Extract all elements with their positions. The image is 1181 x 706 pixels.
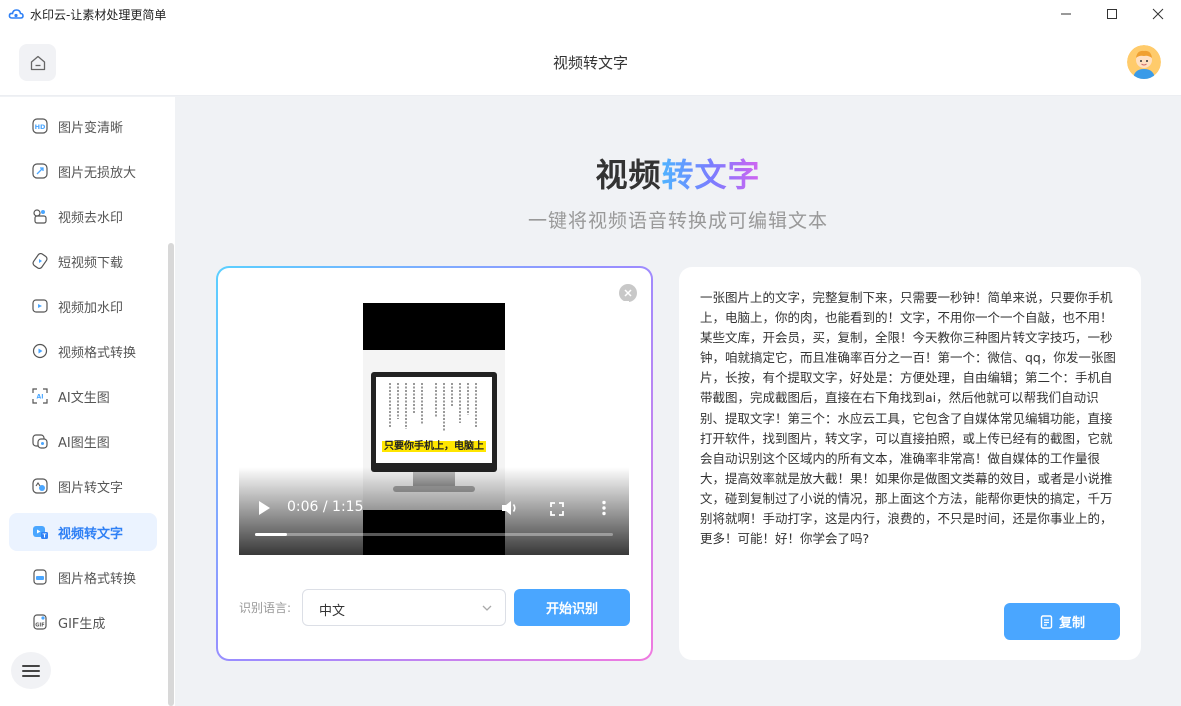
page-title: 视频转文字 [552, 54, 628, 72]
svg-text:HD: HD [35, 123, 46, 131]
monitor-image: 只要你手机上，电脑上 [371, 372, 497, 472]
language-select[interactable]: 中文 [302, 589, 506, 626]
header: 视频转文字 [0, 28, 1181, 96]
volume-icon [502, 501, 516, 515]
sidebar-item-label: 图片无损放大 [58, 165, 137, 181]
copy-icon [1040, 614, 1053, 629]
avatar[interactable] [1127, 45, 1161, 79]
sidebar-item-label: AI图生图 [58, 435, 110, 451]
ai-image-image-icon [31, 432, 49, 450]
chevron-down-icon [482, 605, 492, 611]
sidebar: HD 图片变清晰 图片无损放大 视频去水印 短视频下载 视频加水印 视频格式转换 [0, 97, 175, 706]
ai-text-image-icon: AI [31, 387, 49, 405]
video-time: 0:06 / 1:15 [287, 499, 364, 515]
sidebar-item-label: 图片格式转换 [58, 571, 137, 587]
fullscreen-button[interactable] [550, 501, 564, 520]
sidebar-item-label: 视频去水印 [58, 210, 124, 226]
minimize-button[interactable] [1043, 0, 1089, 28]
video-progress-bar[interactable] [255, 533, 613, 536]
sidebar-item-ai-image-image[interactable]: AI图生图 [9, 422, 157, 460]
recognized-text[interactable]: 一张图片上的文字，完整复制下来，只需要一秒钟！简单来说，只要你手机上，电脑上，你… [700, 288, 1122, 549]
video-add-watermark-icon [31, 297, 49, 315]
play-icon [259, 501, 270, 515]
video-download-icon [31, 252, 49, 270]
sidebar-item-label: AI文生图 [58, 390, 110, 406]
sidebar-item-video-watermark-remove[interactable]: 视频去水印 [9, 197, 157, 235]
sidebar-item-label: 视频转文字 [58, 526, 124, 542]
sidebar-item-label: 视频加水印 [58, 300, 124, 316]
cloud-logo-icon [8, 9, 24, 19]
sidebar-item-label: 视频格式转换 [58, 345, 137, 361]
video-to-text-icon: T [31, 523, 49, 541]
sidebar-item-image-enhance[interactable]: HD 图片变清晰 [9, 107, 157, 145]
sidebar-item-gif[interactable]: GIF GIF生成 [9, 603, 157, 641]
sidebar-scrollbar[interactable] [168, 243, 174, 706]
close-icon [624, 289, 632, 297]
remove-video-button[interactable] [619, 284, 637, 302]
menu-icon [22, 664, 40, 677]
close-window-button[interactable] [1135, 0, 1181, 28]
enlarge-icon [31, 162, 49, 180]
user-avatar-icon [1127, 45, 1161, 79]
video-player[interactable]: 只要你手机上，电脑上 0:06 / 1:15 [239, 301, 629, 555]
sidebar-item-video-to-text[interactable]: T 视频转文字 [9, 513, 157, 551]
maximize-icon [1107, 9, 1117, 19]
video-progress-fill [255, 533, 288, 536]
fullscreen-icon [550, 502, 564, 516]
sidebar-item-image-format[interactable]: 图片格式转换 [9, 558, 157, 596]
video-watermark-remove-icon [31, 207, 49, 225]
hero-subtitle: 一键将视频语音转换成可编辑文本 [527, 210, 828, 232]
window-controls [1043, 0, 1181, 28]
language-label: 识别语言: [239, 601, 292, 615]
sidebar-item-video-format[interactable]: 视频格式转换 [9, 332, 157, 370]
hero-title: 视频转文字 [175, 150, 1181, 196]
image-format-icon [31, 568, 49, 586]
more-options-button[interactable] [601, 500, 607, 520]
sidebar-item-video-add-watermark[interactable]: 视频加水印 [9, 287, 157, 325]
language-value: 中文 [319, 604, 346, 619]
title-bar: 水印云-让素材处理更简单 [0, 0, 1181, 28]
start-recognition-button[interactable]: 开始识别 [514, 589, 630, 626]
play-button[interactable] [257, 500, 271, 520]
copy-label: 复制 [1058, 616, 1085, 631]
sidebar-item-video-download[interactable]: 短视频下载 [9, 242, 157, 280]
result-card: 一张图片上的文字，完整复制下来，只需要一秒钟！简单来说，只要你手机上，电脑上，你… [679, 267, 1141, 660]
image-to-text-icon [31, 477, 49, 495]
close-icon [1152, 8, 1164, 20]
sidebar-item-label: 图片变清晰 [58, 120, 124, 136]
copy-button[interactable]: 复制 [1004, 603, 1120, 640]
svg-text:T: T [43, 534, 47, 540]
hero-title-part2: 转文字 [661, 156, 761, 194]
svg-text:GIF: GIF [35, 623, 44, 629]
sidebar-item-label: 图片转文字 [58, 480, 124, 496]
hd-icon: HD [31, 117, 49, 135]
sidebar-item-label: GIF生成 [58, 616, 106, 632]
hero-title-part1: 视频 [595, 156, 662, 194]
minimize-icon [1061, 13, 1071, 15]
maximize-button[interactable] [1089, 0, 1135, 28]
sidebar-item-ai-text-image[interactable]: AI AI文生图 [9, 377, 157, 415]
svg-text:AI: AI [37, 394, 44, 401]
more-vertical-icon [602, 500, 606, 516]
volume-button[interactable] [501, 500, 519, 520]
video-subtitle: 只要你手机上，电脑上 [382, 441, 486, 452]
sidebar-item-image-to-text[interactable]: 图片转文字 [9, 467, 157, 505]
sidebar-item-image-enlarge[interactable]: 图片无损放大 [9, 152, 157, 190]
app-title: 水印云-让素材处理更简单 [30, 7, 167, 22]
video-format-icon [31, 342, 49, 360]
video-upload-card: 只要你手机上，电脑上 0:06 / 1:15 识别语言: 中文 开始识别 [216, 266, 653, 661]
gif-icon: GIF [31, 613, 49, 631]
sidebar-item-label: 短视频下载 [58, 255, 124, 271]
menu-button[interactable] [11, 652, 51, 689]
